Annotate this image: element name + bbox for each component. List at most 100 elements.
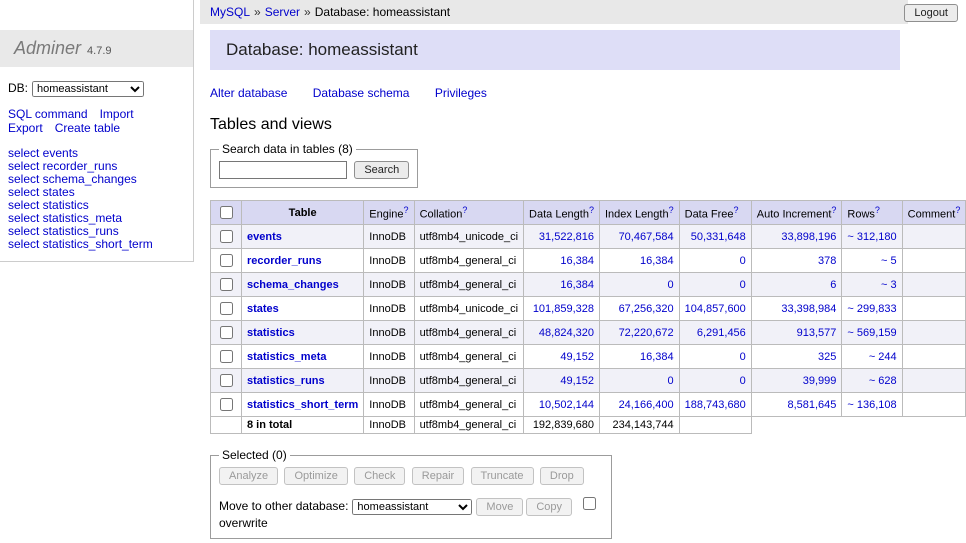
search-fieldset: Search data in tables (8) Search [210, 142, 418, 188]
truncate-button[interactable]: Truncate [471, 467, 534, 485]
data-free-link[interactable]: 6,291,456 [697, 327, 746, 339]
comment-cell [902, 273, 966, 297]
table-link[interactable]: statistics_runs [247, 375, 325, 387]
sidebar-item-select-statistics-short-term[interactable]: select statistics_short_term [8, 238, 185, 251]
data-length-link[interactable]: 31,522,816 [539, 231, 594, 243]
select-all-checkbox[interactable] [220, 206, 233, 219]
database-schema-link[interactable]: Database schema [313, 86, 410, 100]
index-length-help-link[interactable]: ? [669, 205, 674, 215]
move-button[interactable]: Move [476, 498, 523, 516]
data-length-link[interactable]: 10,502,144 [539, 399, 594, 411]
table-link[interactable]: events [247, 231, 282, 243]
row-checkbox[interactable] [220, 230, 233, 243]
sidebar-export-link[interactable]: Export [8, 121, 43, 135]
alter-database-link[interactable]: Alter database [210, 86, 287, 100]
table-link[interactable]: statistics_short_term [247, 399, 358, 411]
auto-increment-link[interactable]: 913,577 [797, 327, 837, 339]
sidebar-create-table-link[interactable]: Create table [55, 121, 120, 135]
comment-help-link[interactable]: ? [955, 205, 960, 215]
auto-increment-link[interactable]: 6 [830, 279, 836, 291]
sidebar-sql-command-link[interactable]: SQL command [8, 107, 88, 121]
move-db-select[interactable]: homeassistant [352, 499, 472, 515]
rows-count-link[interactable]: ~ 569,159 [847, 327, 896, 339]
row-checkbox[interactable] [220, 302, 233, 315]
privileges-link[interactable]: Privileges [435, 86, 487, 100]
table-link[interactable]: states [247, 303, 279, 315]
analyze-button[interactable]: Analyze [219, 467, 278, 485]
row-checkbox[interactable] [220, 398, 233, 411]
data-free-link[interactable]: 0 [740, 255, 746, 267]
index-length-link[interactable]: 72,220,672 [619, 327, 674, 339]
index-length-cell: 16,384 [599, 345, 679, 369]
collation-help-link[interactable]: ? [462, 205, 467, 215]
data-free-link[interactable]: 50,331,648 [691, 231, 746, 243]
rows-count-link[interactable]: ~ 312,180 [847, 231, 896, 243]
drop-button[interactable]: Drop [540, 467, 584, 485]
index-length-link[interactable]: 24,166,400 [619, 399, 674, 411]
data-free-link[interactable]: 0 [740, 279, 746, 291]
rows-count-link[interactable]: ~ 136,108 [847, 399, 896, 411]
data-length-help-link[interactable]: ? [589, 205, 594, 215]
rows-count-link[interactable]: ~ 628 [869, 375, 897, 387]
search-button[interactable]: Search [354, 161, 409, 179]
auto-increment-link[interactable]: 325 [818, 351, 836, 363]
index-length-link[interactable]: 0 [668, 375, 674, 387]
auto-increment-link[interactable]: 39,999 [803, 375, 837, 387]
rows-count-link[interactable]: ~ 5 [881, 255, 897, 267]
auto-increment-link[interactable]: 33,898,196 [781, 231, 836, 243]
auto-increment-link[interactable]: 8,581,645 [787, 399, 836, 411]
comment-cell [902, 345, 966, 369]
data-length-link[interactable]: 16,384 [560, 279, 594, 291]
rows-count-link[interactable]: ~ 3 [881, 279, 897, 291]
row-checkbox[interactable] [220, 350, 233, 363]
breadcrumb-mysql-link[interactable]: MySQL [210, 5, 250, 19]
index-length-link[interactable]: 16,384 [640, 255, 674, 267]
rows-help-link[interactable]: ? [875, 205, 880, 215]
table-row: statistics InnoDB utf8mb4_general_ci 48,… [211, 321, 966, 345]
data-free-cell: 0 [679, 273, 751, 297]
data-length-link[interactable]: 49,152 [560, 351, 594, 363]
auto-increment-help-link[interactable]: ? [831, 205, 836, 215]
sidebar-import-link[interactable]: Import [100, 107, 134, 121]
collation-cell: utf8mb4_unicode_ci [414, 297, 523, 321]
table-link[interactable]: statistics [247, 327, 295, 339]
data-free-help-link[interactable]: ? [734, 205, 739, 215]
row-checkbox[interactable] [220, 374, 233, 387]
search-input[interactable] [219, 161, 347, 179]
copy-button[interactable]: Copy [526, 498, 572, 516]
auto-increment-link[interactable]: 378 [818, 255, 836, 267]
optimize-button[interactable]: Optimize [284, 467, 347, 485]
repair-button[interactable]: Repair [412, 467, 464, 485]
data-free-link[interactable]: 0 [740, 351, 746, 363]
index-length-link[interactable]: 16,384 [640, 351, 674, 363]
index-length-link[interactable]: 70,467,584 [619, 231, 674, 243]
check-button[interactable]: Check [354, 467, 405, 485]
index-length-link[interactable]: 0 [668, 279, 674, 291]
data-length-link[interactable]: 16,384 [560, 255, 594, 267]
rows-count-cell: ~ 244 [842, 345, 902, 369]
tables-and-views-heading: Tables and views [210, 116, 960, 134]
overwrite-checkbox[interactable] [583, 497, 596, 510]
app-version: 4.7.9 [87, 45, 111, 57]
logout-button[interactable]: Logout [904, 4, 958, 22]
table-link[interactable]: recorder_runs [247, 255, 322, 267]
index-length-link[interactable]: 67,256,320 [619, 303, 674, 315]
rows-count-link[interactable]: ~ 244 [869, 351, 897, 363]
engine-help-link[interactable]: ? [404, 205, 409, 215]
table-link[interactable]: schema_changes [247, 279, 339, 291]
data-length-link[interactable]: 49,152 [560, 375, 594, 387]
data-free-link[interactable]: 0 [740, 375, 746, 387]
row-checkbox[interactable] [220, 326, 233, 339]
adminer-page: Language:English MySQL»Server»Database: … [0, 0, 966, 543]
db-select[interactable]: homeassistant [32, 81, 144, 97]
row-checkbox[interactable] [220, 278, 233, 291]
data-free-link[interactable]: 188,743,680 [685, 399, 746, 411]
auto-increment-link[interactable]: 33,398,984 [781, 303, 836, 315]
table-link[interactable]: statistics_meta [247, 351, 327, 363]
data-length-link[interactable]: 48,824,320 [539, 327, 594, 339]
breadcrumb-server-link[interactable]: Server [265, 5, 300, 19]
data-free-link[interactable]: 104,857,600 [685, 303, 746, 315]
data-length-link[interactable]: 101,859,328 [533, 303, 594, 315]
row-checkbox[interactable] [220, 254, 233, 267]
rows-count-link[interactable]: ~ 299,833 [847, 303, 896, 315]
